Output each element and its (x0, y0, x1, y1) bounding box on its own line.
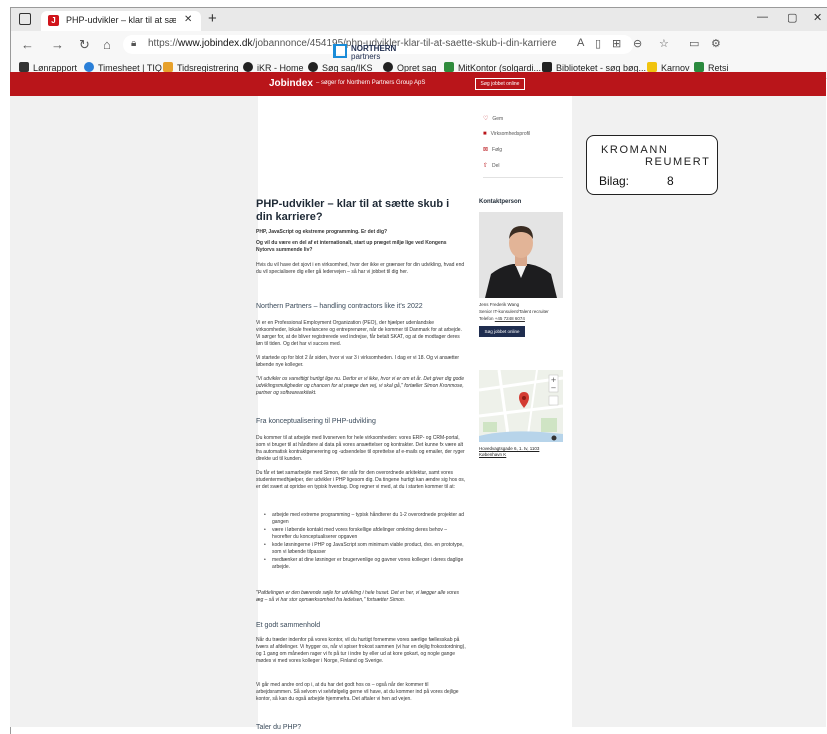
site-icon (383, 62, 393, 72)
about-paragraph-2: Vi startede op for blot 2 år siden, hvor… (256, 355, 460, 368)
read-aloud-icon[interactable]: A (577, 37, 584, 49)
heading-about: Northern Partners – handling contractors… (256, 303, 423, 310)
stamp-line-2: REUMERT (645, 156, 711, 168)
zoom-icon[interactable]: ⊖ (633, 37, 642, 50)
location-map[interactable]: + − (479, 370, 563, 442)
karnov-icon (647, 62, 657, 72)
tab-actions-icon[interactable] (19, 13, 31, 25)
office-icon (444, 62, 454, 72)
jobindex-header: Jobindex – søger for Northern Partners G… (10, 72, 826, 96)
book-icon (542, 62, 552, 72)
back-icon[interactable]: ← (21, 37, 34, 52)
about-paragraph-1: Vi er en Professional Employment Organiz… (256, 320, 462, 347)
company-profile-link[interactable]: ■ Virksomhedsprofil (483, 131, 530, 137)
company-address-link[interactable]: Hovedvagtsgade 6, 1. tv, 1103 København … (479, 446, 559, 458)
immersive-reader-icon[interactable]: ▯ (595, 37, 601, 50)
list-item: arbejde med extreme programming – typisk… (263, 512, 466, 526)
stamp-bilag-number: 8 (667, 174, 674, 188)
refresh-icon[interactable]: ↻ (79, 37, 90, 53)
jobindex-logo[interactable]: Jobindex (269, 78, 313, 89)
follow-icon: ⊠ (483, 147, 489, 153)
tab-close-icon[interactable]: ✕ (184, 14, 192, 25)
share-icon: ⇧ (483, 163, 489, 169)
site-icon (243, 62, 253, 72)
maximize-icon[interactable]: ▢ (787, 11, 797, 24)
save-job-button[interactable]: ♡ Gem (483, 115, 530, 122)
new-tab-icon[interactable]: + (208, 10, 217, 27)
site-icon (308, 62, 318, 72)
home-icon[interactable]: ⌂ (103, 37, 111, 52)
contact-phone-row: Telefon +45 7248 6074 (479, 316, 525, 321)
stamp-line-1: KROMANN (601, 144, 669, 156)
contact-photo (479, 212, 563, 298)
bilag-stamp: KROMANN REUMERT Bilag: 8 (586, 135, 718, 195)
building-icon: ■ (483, 131, 487, 137)
retsinformation-icon (694, 62, 704, 72)
lead-paragraph-2: Og vil du være en del af et internationa… (256, 240, 447, 253)
lead-paragraph-1: PHP, JavaScript og ekstreme programming.… (256, 229, 388, 235)
forward-icon[interactable]: → (51, 37, 64, 52)
tab-title: PHP-udvikler – klar til at sætte sk (66, 15, 176, 25)
list-item: kode løsningerne i PHP og JavaScript som… (263, 542, 466, 556)
job-title: PHP-udvikler – klar til at sætte skub i … (256, 198, 450, 223)
side-divider (483, 177, 563, 178)
concept-paragraph-1: Du kommer til at arbejde med livsnerven … (256, 435, 465, 462)
title-bar: J PHP-udvikler – klar til at sætte sk ✕ … (11, 8, 827, 31)
together-paragraph-2: Vi går med andre ord op i, at du har det… (256, 682, 459, 702)
contact-phone-link[interactable]: +45 7248 6074 (495, 316, 525, 321)
intro-paragraph: Hvis du vil have det sjovt i en virksomh… (256, 262, 465, 275)
stamp-bilag-label: Bilag: (599, 174, 630, 188)
tab-active[interactable]: J PHP-udvikler – klar til at sætte sk ✕ (41, 11, 201, 31)
northern-partners-logo-icon (333, 44, 347, 58)
concept-paragraph-2: Du får et tæt samarbejde med Simon, der … (256, 470, 466, 490)
close-window-icon[interactable]: ✕ (813, 11, 822, 24)
favorite-add-icon[interactable]: ☆ (659, 37, 669, 50)
quote-paragraph-1: "Vi udvikler os vanvittigt hurtigt lige … (256, 376, 464, 396)
extensions-icon[interactable]: ⚙ (711, 37, 721, 50)
heart-icon: ♡ (483, 116, 489, 122)
svg-text:+: + (551, 376, 557, 384)
svg-text:−: − (551, 384, 557, 392)
apps-icon[interactable]: ⊞ (612, 37, 621, 50)
collections-icon[interactable]: ▭ (689, 37, 699, 50)
heading-php: Taler du PHP? (256, 724, 302, 731)
jobindex-subtitle: – søger for Northern Partners Group ApS (316, 80, 426, 86)
list-item: medtænker at dine løsninger er brugerven… (263, 557, 466, 571)
heading-together: Et godt sammenhold (256, 622, 321, 629)
follow-company-button[interactable]: ⊠ Følg (483, 146, 530, 153)
clock-icon (163, 62, 173, 72)
list-item: være i løbende kontakt med vores forskel… (263, 527, 466, 541)
lock-icon[interactable]: 🔒︎ (131, 38, 136, 49)
chart-icon (19, 62, 29, 72)
quote-paragraph-2: "Pafdelingen er den bærende søjle for ud… (256, 590, 459, 603)
apply-online-top-button[interactable]: Søg jobbet online (475, 78, 525, 90)
globe-icon (84, 62, 94, 72)
contact-name: Jens Frederik Wang (479, 302, 520, 307)
together-paragraph-1: Når du træder indenfor på vores kontor, … (256, 637, 466, 664)
minimize-icon[interactable]: — (757, 11, 768, 23)
task-list: arbejde med extreme programming – typisk… (263, 512, 466, 572)
share-job-button[interactable]: ⇧ Del (483, 162, 530, 169)
address-toolbar: ← → ↻ ⌂ 🔒︎ https://www.jobindex.dk/joban… (11, 31, 827, 58)
contact-role: Senior IT-konsulent/Talent recruiter (479, 309, 549, 314)
apply-online-contact-button[interactable]: Søg jobbet online (479, 326, 525, 337)
heading-concept: Fra konceptualisering til PHP-udvikling (256, 418, 376, 425)
contact-heading: Kontaktperson (479, 199, 522, 205)
job-side-actions: ♡ Gem ■ Virksomhedsprofil ⊠ Følg ⇧ Del (483, 115, 530, 178)
jobindex-favicon-icon: J (48, 15, 59, 26)
map-graphic-icon: + − (479, 370, 563, 442)
person-portrait-icon (479, 212, 563, 298)
